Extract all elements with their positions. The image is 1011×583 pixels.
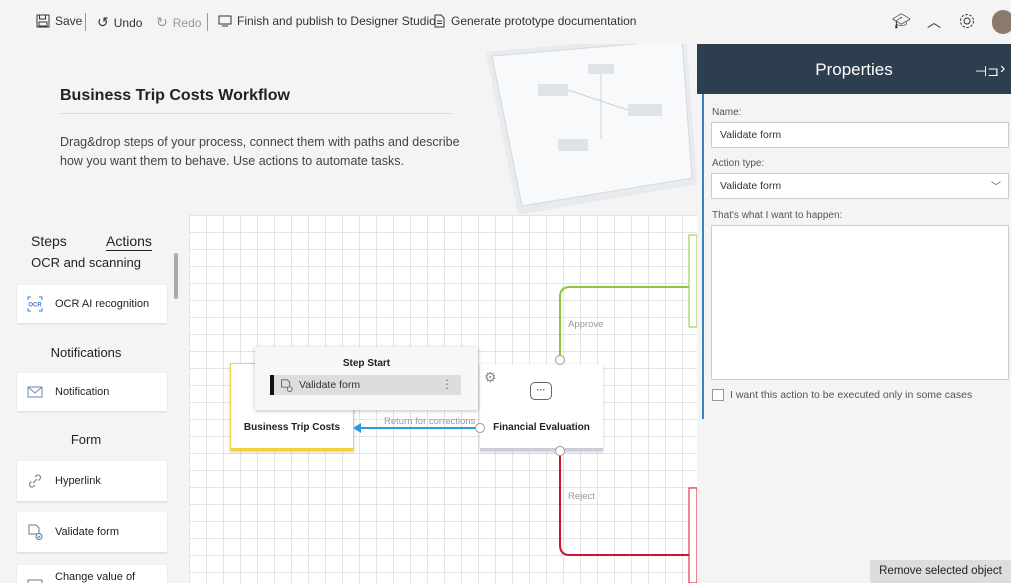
svg-text:OCR: OCR: [28, 303, 42, 309]
action-hyperlink[interactable]: Hyperlink: [17, 461, 167, 501]
conditional-option[interactable]: I want this action to be executed only i…: [712, 389, 972, 401]
envelope-icon: [27, 386, 43, 398]
intro-description: Drag&drop steps of your process, connect…: [60, 135, 460, 168]
redo-icon: ↻: [156, 14, 168, 30]
properties-header: Properties ⊣⊐ ›: [697, 44, 1011, 94]
reject-path: [559, 451, 689, 556]
redo-button[interactable]: ↻ Redo: [156, 14, 201, 31]
popup-action-validate-form[interactable]: Validate form ⋮: [270, 375, 461, 395]
node-financial-evaluation[interactable]: ··· Financial Evaluation: [480, 364, 603, 451]
gear-icon[interactable]: ⚙: [484, 369, 497, 386]
tab-actions[interactable]: Actions: [106, 233, 152, 251]
path-label-reject: Reject: [568, 491, 595, 502]
undo-icon: ↺: [97, 14, 109, 30]
chevron-up-icon[interactable]: ︿: [927, 12, 941, 32]
separator: [85, 13, 86, 31]
change-value-icon: [27, 579, 43, 583]
action-validate-form[interactable]: Validate form: [17, 512, 167, 552]
action-notification[interactable]: Notification: [17, 373, 167, 411]
validate-form-icon: [28, 524, 43, 540]
workflow-canvas[interactable]: Approve Return for corrections Reject Bu…: [189, 215, 697, 583]
category-notifications: Notifications: [50, 345, 122, 360]
properties-panel: Properties ⊣⊐ › Name: Validate form Acti…: [697, 44, 1011, 583]
link-icon: [29, 474, 41, 488]
happen-label: That's what I want to happen:: [712, 210, 843, 221]
avatar[interactable]: [992, 10, 1011, 34]
name-label: Name:: [712, 107, 742, 118]
connection-handle[interactable]: [555, 355, 565, 365]
page-title: Business Trip Costs Workflow: [60, 87, 290, 104]
close-icon[interactable]: ›: [1000, 60, 1005, 78]
generate-docs-button[interactable]: Generate prototype documentation: [432, 14, 636, 28]
pin-icon[interactable]: ⊣⊐: [975, 63, 999, 80]
graduation-cap-icon[interactable]: 🎓︎: [892, 12, 911, 30]
category-ocr: OCR and scanning: [31, 255, 141, 270]
action-change-value[interactable]: Change value of: [17, 565, 167, 583]
finish-publish-button[interactable]: Finish and publish to Designer Studio: [218, 14, 436, 28]
path-label-return: Return for corrections: [384, 416, 476, 427]
separator: [207, 13, 208, 31]
tab-steps[interactable]: Steps: [31, 233, 67, 249]
steps-palette: Steps Actions OCR and scanning OCR OCR A…: [0, 215, 189, 583]
conditional-checkbox[interactable]: [712, 389, 724, 401]
publish-icon: [218, 15, 232, 27]
undo-button[interactable]: ↺ Undo: [97, 14, 142, 31]
divider: [60, 113, 453, 114]
connection-handle[interactable]: [555, 446, 565, 456]
save-button[interactable]: Save: [36, 14, 82, 28]
intro-banner: Business Trip Costs Workflow Drag&drop s…: [0, 44, 697, 215]
toolbar: Save ↺ Undo ↻ Redo Finish and publish to…: [0, 0, 1011, 44]
category-form: Form: [70, 432, 102, 447]
more-options-icon[interactable]: ···: [530, 382, 552, 400]
properties-title: Properties: [815, 60, 893, 79]
name-field[interactable]: Validate form: [711, 122, 1009, 148]
connection-handle[interactable]: [475, 423, 485, 433]
accent-bar: [702, 94, 704, 419]
path-label-approve: Approve: [568, 319, 604, 330]
more-vertical-icon[interactable]: ⋮: [441, 377, 453, 391]
step-start-popup: Step Start Validate form ⋮: [255, 347, 478, 410]
gear-icon[interactable]: [958, 12, 976, 30]
action-type-label: Action type:: [712, 158, 765, 169]
chevron-down-icon: ﹀: [991, 182, 1001, 193]
ocr-icon: OCR: [27, 296, 43, 312]
validate-form-icon: [281, 378, 293, 392]
document-icon: [434, 14, 445, 28]
palette-scrollbar[interactable]: [174, 253, 178, 299]
laptop-illustration: [486, 44, 697, 215]
action-ocr-ai-recognition[interactable]: OCR OCR AI recognition: [17, 285, 167, 323]
save-icon: [36, 14, 50, 28]
return-arrow-icon: [353, 423, 361, 433]
action-type-select[interactable]: Validate form ﹀: [711, 173, 1009, 199]
remove-selected-object-button[interactable]: Remove selected object: [870, 560, 1011, 583]
happen-textarea[interactable]: [711, 225, 1009, 380]
